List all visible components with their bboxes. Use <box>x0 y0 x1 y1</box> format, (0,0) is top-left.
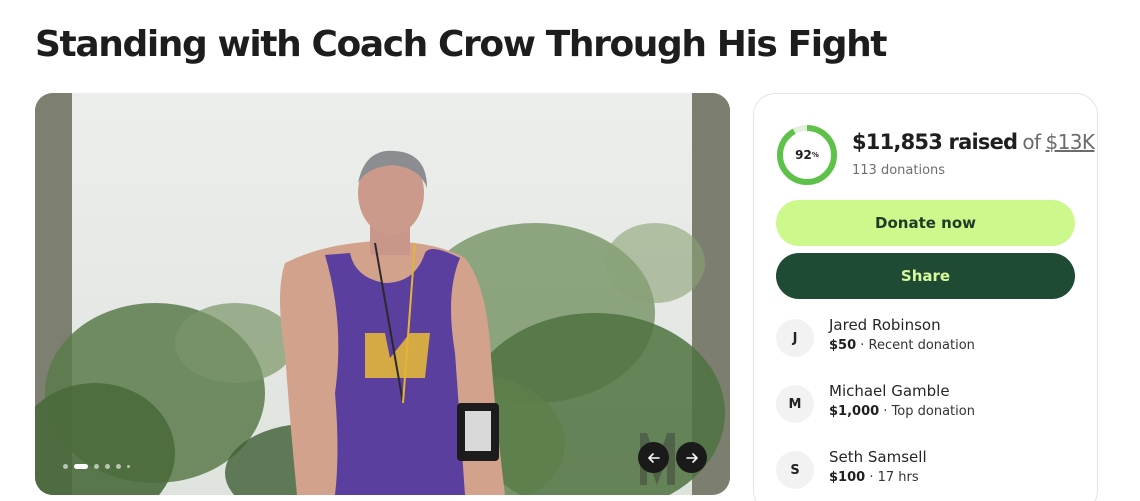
page-title: Standing with Coach Crow Through His Fig… <box>35 24 888 65</box>
avatar: S <box>776 451 814 489</box>
donor-amount: $1,000 <box>829 404 880 419</box>
donor-name: Michael Gamble <box>829 382 950 400</box>
donor-note: · Top donation <box>879 404 975 419</box>
donor-list-item: J Jared Robinson $50 · Recent donation <box>776 316 1076 360</box>
avatar: M <box>776 385 814 423</box>
progress-percent-value: 92 <box>795 148 812 162</box>
carousel-dot[interactable] <box>116 464 121 469</box>
donor-name: Jared Robinson <box>829 316 941 334</box>
carousel-dot[interactable] <box>63 464 68 469</box>
donor-name: Seth Samsell <box>829 448 927 466</box>
photo-carousel[interactable] <box>35 93 730 495</box>
donate-now-button[interactable]: Donate now <box>776 200 1075 246</box>
carousel-dots <box>63 464 130 469</box>
carousel-dot[interactable] <box>105 464 110 469</box>
donor-note: · 17 hrs <box>865 470 919 485</box>
raised-amount: $11,853 raised <box>852 130 1018 154</box>
donor-note: · Recent donation <box>856 338 975 353</box>
progress-percent: 92% <box>776 124 838 186</box>
carousel-dot[interactable] <box>94 464 99 469</box>
avatar: J <box>776 319 814 357</box>
donor-amount: $50 <box>829 338 857 353</box>
campaign-photo <box>35 93 730 495</box>
donations-count: 113 donations <box>852 163 946 178</box>
donor-meta: $100 · 17 hrs <box>829 470 919 485</box>
progress-percent-sign: % <box>811 151 819 159</box>
carousel-dot-active[interactable] <box>74 464 88 469</box>
arrow-right-icon <box>685 452 698 463</box>
donor-meta: $50 · Recent donation <box>829 338 975 353</box>
donor-meta: $1,000 · Top donation <box>829 404 975 419</box>
donor-list-item: S Seth Samsell $100 · 17 hrs <box>776 448 1076 492</box>
carousel-prev-button[interactable] <box>638 442 669 473</box>
share-button[interactable]: Share <box>776 253 1075 299</box>
carousel-dot[interactable] <box>127 465 130 468</box>
arrow-left-icon <box>647 452 660 463</box>
raised-summary: $11,853 raised of $13K <box>852 130 1095 154</box>
raised-of-label: of <box>1022 130 1041 154</box>
carousel-next-button[interactable] <box>676 442 707 473</box>
donor-amount: $100 <box>829 470 866 485</box>
goal-link[interactable]: $13K <box>1046 130 1095 154</box>
donation-card: 92% $11,853 raised of $13K 113 donations… <box>753 93 1098 501</box>
donor-list-item: M Michael Gamble $1,000 · Top donation <box>776 382 1076 426</box>
